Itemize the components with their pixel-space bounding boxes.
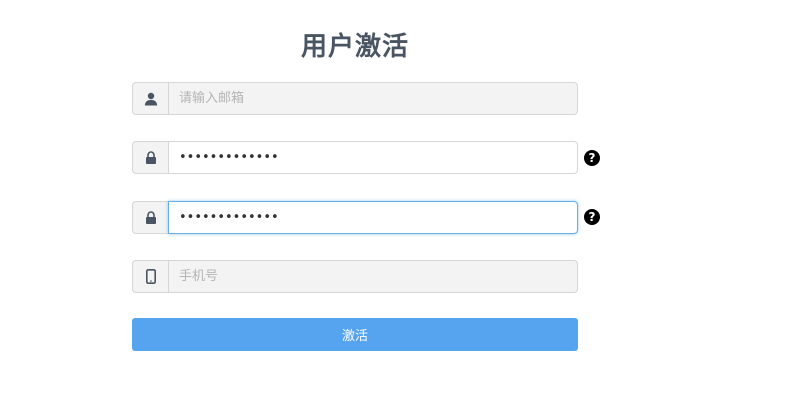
email-input[interactable] xyxy=(168,82,578,115)
confirm-password-help-icon[interactable]: ? xyxy=(584,209,600,225)
password-input[interactable] xyxy=(168,141,578,174)
phone-addon xyxy=(132,260,168,293)
email-field-group xyxy=(132,82,578,115)
page-title: 用户激活 xyxy=(300,32,409,62)
phone-input[interactable] xyxy=(168,260,578,293)
password-field-group xyxy=(132,141,578,174)
phone-field-group xyxy=(132,260,578,293)
confirm-password-input[interactable] xyxy=(168,201,578,234)
activation-page: 用户激活 ? ? xyxy=(0,0,786,412)
activate-button[interactable]: 激活 xyxy=(132,318,578,351)
password-addon xyxy=(132,141,168,174)
password-help-icon[interactable]: ? xyxy=(584,150,600,166)
mobile-phone-icon xyxy=(145,269,156,284)
confirm-password-field-group xyxy=(132,201,578,234)
lock-icon xyxy=(145,211,156,224)
confirm-password-addon xyxy=(132,201,168,234)
user-icon xyxy=(144,92,157,105)
lock-icon xyxy=(145,151,156,164)
email-addon xyxy=(132,82,168,115)
